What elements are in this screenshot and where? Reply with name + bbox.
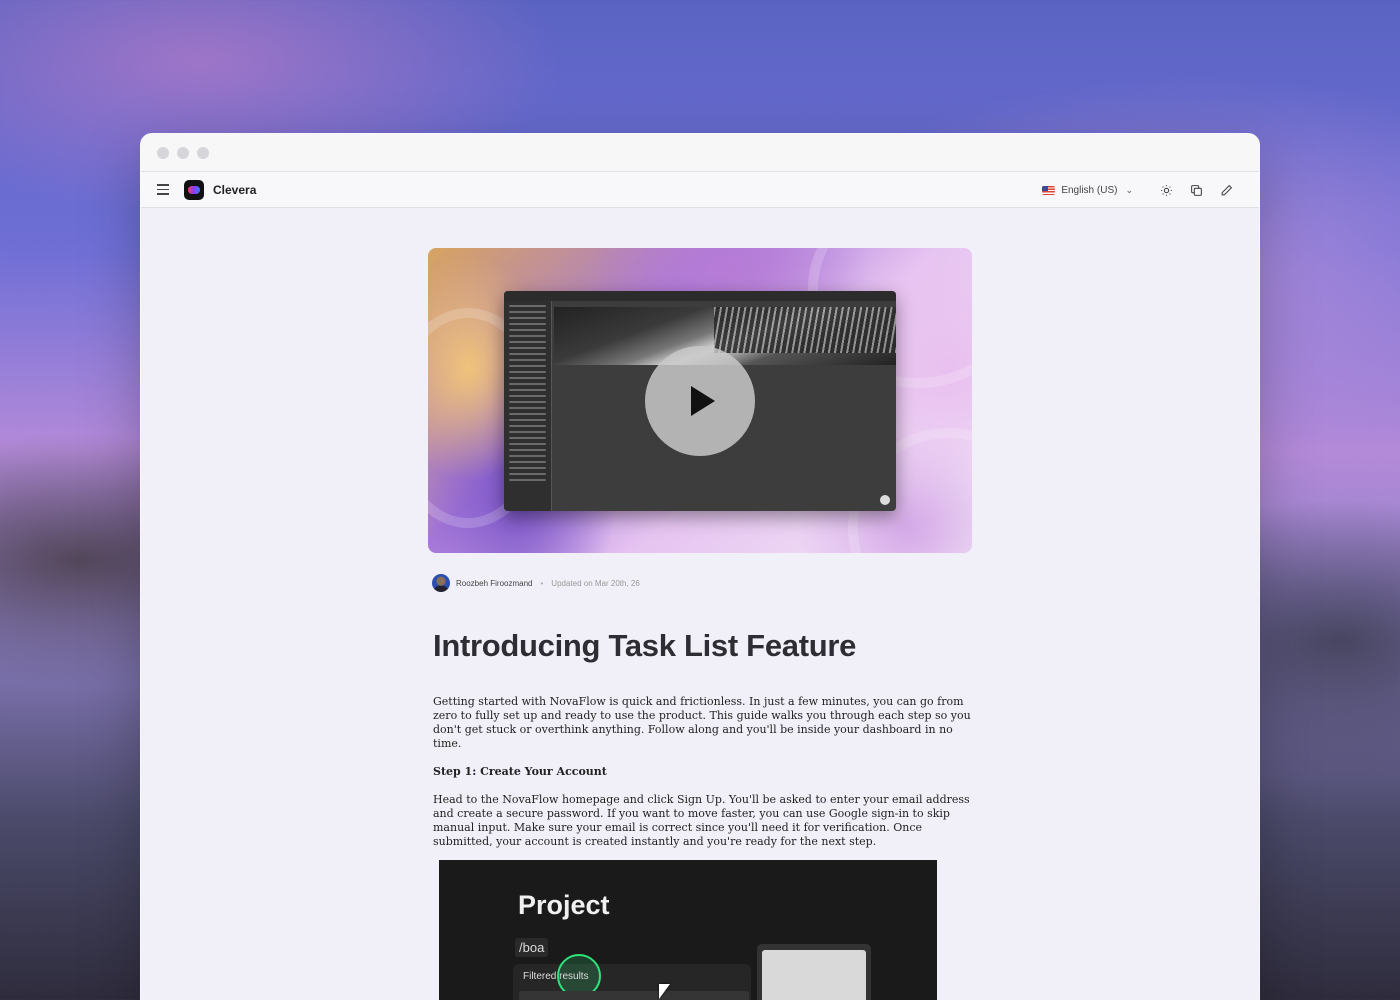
app-name: Clevera xyxy=(213,182,257,197)
edit-icon xyxy=(1221,184,1232,195)
author-avatar[interactable] xyxy=(432,574,450,592)
language-selector[interactable]: English (US) ⌄ xyxy=(1042,185,1133,196)
screenshot-filter-label: Filtered results xyxy=(523,971,589,982)
screenshot-title: Project xyxy=(518,890,610,920)
close-window-button[interactable] xyxy=(157,146,169,159)
page-title: Introducing Task List Feature xyxy=(433,628,857,663)
title-bar xyxy=(141,134,1259,172)
step-heading: Step 1: Create Your Account xyxy=(433,765,607,778)
play-icon xyxy=(691,386,715,416)
author-name[interactable]: Roozbeh Firoozmand xyxy=(456,579,532,588)
language-label: English (US) xyxy=(1061,184,1118,196)
article-meta: Roozbeh Firoozmand • Updated on Mar 20th… xyxy=(432,574,640,592)
intro-paragraph: Getting started with NovaFlow is quick a… xyxy=(433,695,971,750)
meta-separator: • xyxy=(540,578,544,588)
minimize-window-button[interactable] xyxy=(177,146,189,159)
chevron-down-icon: ⌄ xyxy=(1125,184,1133,195)
updated-date: Updated on Mar 20th, 26 xyxy=(551,578,640,588)
copy-button[interactable] xyxy=(1181,175,1211,205)
copy-icon xyxy=(1190,184,1202,196)
maximize-window-button[interactable] xyxy=(197,146,209,159)
video-thumbnail[interactable] xyxy=(428,248,972,553)
theme-toggle-button[interactable] xyxy=(1151,175,1181,205)
cursor-icon xyxy=(659,984,670,999)
menu-icon[interactable] xyxy=(157,184,169,195)
article-screenshot: Project /boa Filtered results xyxy=(439,860,937,1000)
browser-window: Clevera English (US) ⌄ Roozbeh Firoozman… xyxy=(140,133,1260,1000)
step-paragraph: Head to the NovaFlow homepage and click … xyxy=(433,793,970,848)
app-logo[interactable] xyxy=(184,179,204,200)
edit-button[interactable] xyxy=(1211,175,1241,205)
sun-icon xyxy=(1160,184,1172,196)
article-content: Roozbeh Firoozmand • Updated on Mar 20th… xyxy=(141,208,1259,1000)
play-button[interactable] xyxy=(645,346,755,456)
article-body: Getting started with NovaFlow is quick a… xyxy=(433,695,973,863)
screenshot-command: /boa xyxy=(515,938,549,957)
us-flag-icon xyxy=(1042,185,1056,195)
app-header: Clevera English (US) ⌄ xyxy=(141,172,1259,208)
